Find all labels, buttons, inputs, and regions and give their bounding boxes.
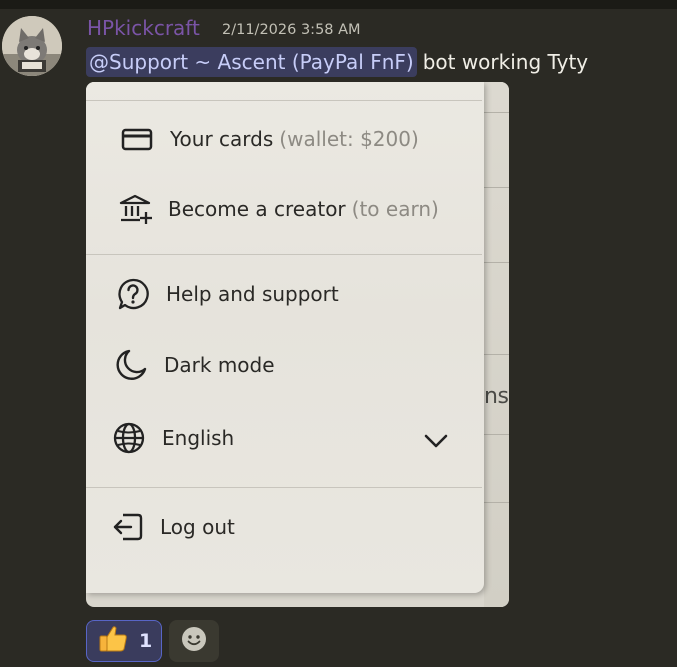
- add-reaction-button[interactable]: [169, 620, 219, 662]
- logout-icon: [110, 510, 144, 544]
- help-icon: [116, 277, 150, 311]
- reaction-count: 1: [139, 630, 153, 652]
- menu-item-sublabel: (wallet: $200): [279, 127, 419, 151]
- cat-avatar-image: [2, 16, 62, 76]
- top-bar: [0, 0, 677, 9]
- menu-divider: [86, 254, 482, 255]
- photographed-menu: Your cards (wallet: $200) Become a creat…: [86, 82, 484, 593]
- username[interactable]: HPkickcraft: [87, 16, 200, 40]
- role-mention[interactable]: @Support ~ Ascent (PayPal FnF): [86, 47, 417, 77]
- partial-background-text: ns: [484, 384, 509, 409]
- globe-icon: [112, 421, 146, 455]
- credit-card-icon: [120, 122, 154, 156]
- message-content: @Support ~ Ascent (PayPal FnF) bot worki…: [86, 46, 588, 78]
- avatar[interactable]: [2, 16, 62, 76]
- image-attachment[interactable]: ns Your cards (wallet: $200) Become a cr…: [86, 82, 509, 607]
- bank-icon: [118, 192, 152, 226]
- menu-item-help-support: Help and support: [116, 277, 339, 311]
- menu-divider: [86, 100, 482, 101]
- menu-item-dark-mode: Dark mode: [114, 348, 275, 382]
- menu-item-label: Help and support: [166, 282, 339, 306]
- timestamp: 2/11/2026 3:58 AM: [222, 22, 361, 38]
- menu-divider: [86, 487, 482, 488]
- smiley-icon: [180, 625, 208, 657]
- menu-item-sublabel: (to earn): [351, 197, 439, 221]
- reaction-thumbs-up[interactable]: 1: [86, 620, 162, 662]
- menu-item-log-out: Log out: [110, 510, 235, 544]
- menu-item-label: Become a creator: [168, 197, 346, 221]
- thumbs-up-icon: [97, 623, 129, 659]
- menu-item-label: Your cards: [170, 127, 274, 151]
- menu-item-label: Log out: [160, 515, 235, 539]
- menu-item-become-creator: Become a creator (to earn): [118, 192, 439, 226]
- menu-item-your-cards: Your cards (wallet: $200): [120, 122, 419, 156]
- moon-icon: [114, 348, 148, 382]
- chevron-down-icon: [423, 432, 449, 454]
- photo-background: [484, 82, 509, 607]
- menu-item-language: English: [112, 421, 234, 455]
- message-text: bot working Tyty: [422, 50, 589, 74]
- menu-item-label: English: [162, 426, 235, 450]
- menu-item-label: Dark mode: [164, 353, 275, 377]
